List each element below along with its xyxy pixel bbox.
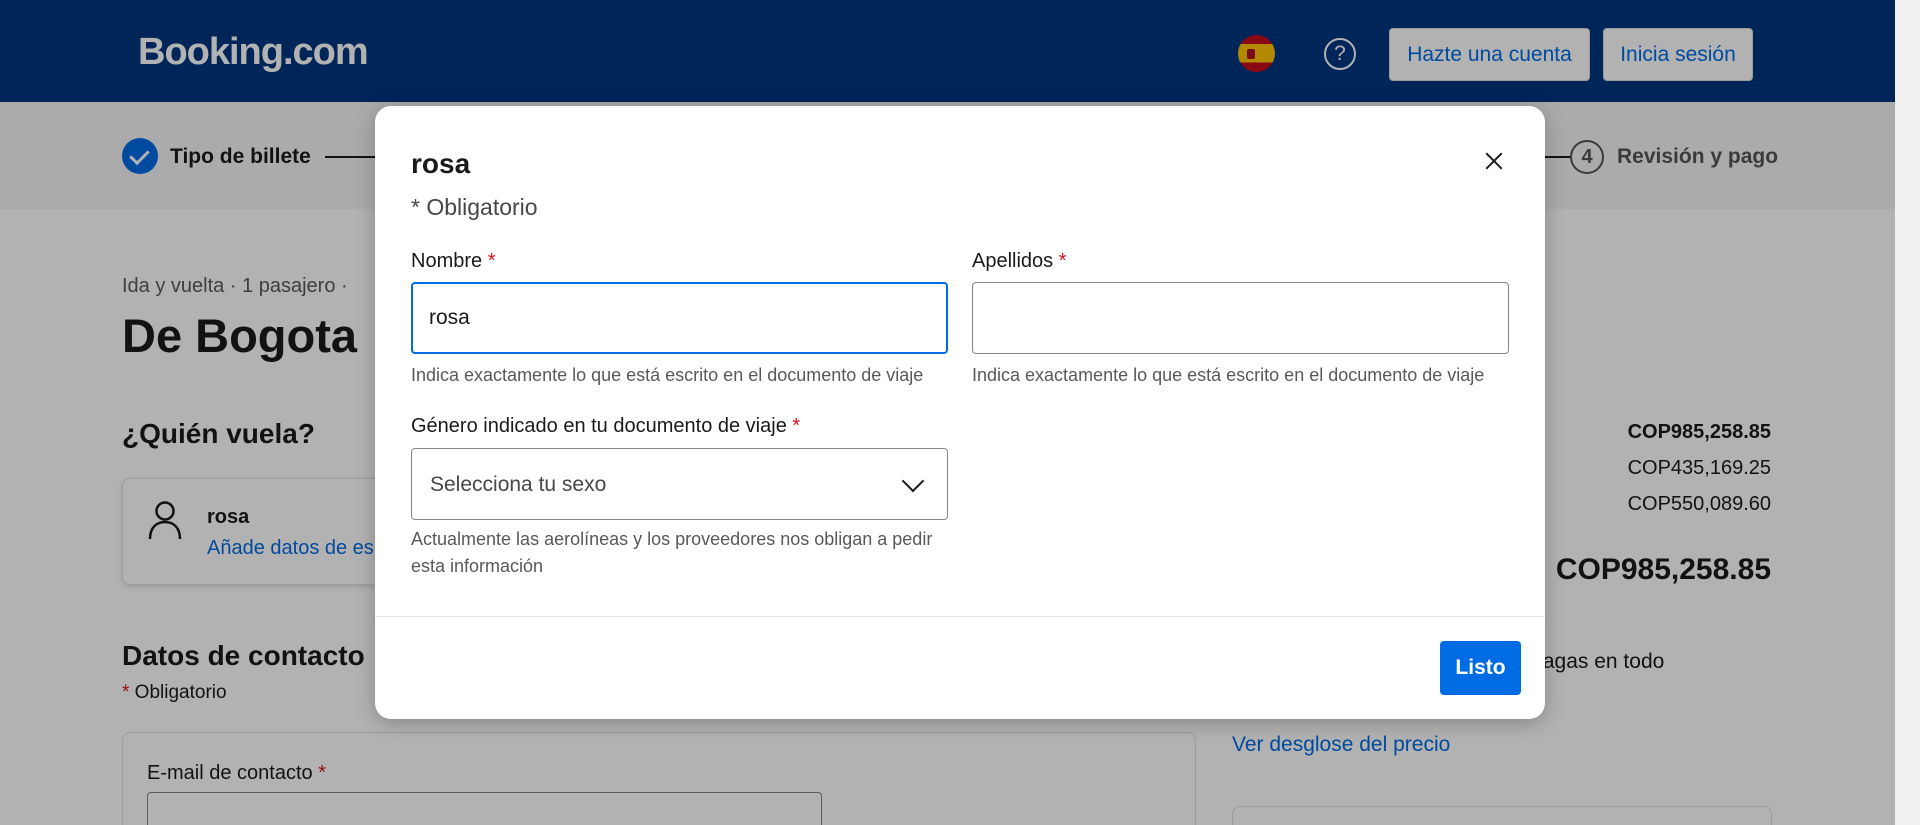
last-name-label: Apellidos * bbox=[972, 250, 1067, 273]
gender-hint: Actualmente las aerolíneas y los proveed… bbox=[411, 529, 933, 576]
passenger-details-modal: rosa * Obligatorio Nombre * Indica exact… bbox=[375, 106, 1545, 719]
scrollbar[interactable] bbox=[1895, 0, 1920, 825]
required-star: * bbox=[482, 250, 496, 272]
close-icon[interactable] bbox=[1479, 146, 1509, 176]
last-name-label-text: Apellidos bbox=[972, 250, 1054, 272]
first-name-label: Nombre * bbox=[411, 250, 495, 273]
gender-label: Género indicado en tu documento de viaje… bbox=[411, 415, 800, 438]
done-button[interactable]: Listo bbox=[1440, 641, 1521, 695]
last-name-field[interactable] bbox=[972, 282, 1509, 354]
gender-select[interactable]: Selecciona tu sexo bbox=[411, 448, 948, 520]
modal-divider bbox=[375, 616, 1545, 617]
first-name-hint: Indica exactamente lo que está escrito e… bbox=[411, 365, 924, 385]
first-name-label-text: Nombre bbox=[411, 250, 483, 272]
chevron-down-icon bbox=[901, 469, 925, 493]
required-note: * Obligatorio bbox=[411, 194, 538, 220]
gender-label-text: Género indicado en tu documento de viaje bbox=[411, 415, 787, 437]
required-star: * bbox=[786, 415, 801, 437]
modal-title: rosa bbox=[411, 148, 471, 179]
last-name-hint: Indica exactamente lo que está escrito e… bbox=[972, 365, 1485, 385]
gender-select-value: Selecciona tu sexo bbox=[430, 473, 607, 496]
required-star: * bbox=[1053, 250, 1067, 272]
first-name-field[interactable] bbox=[411, 282, 948, 354]
